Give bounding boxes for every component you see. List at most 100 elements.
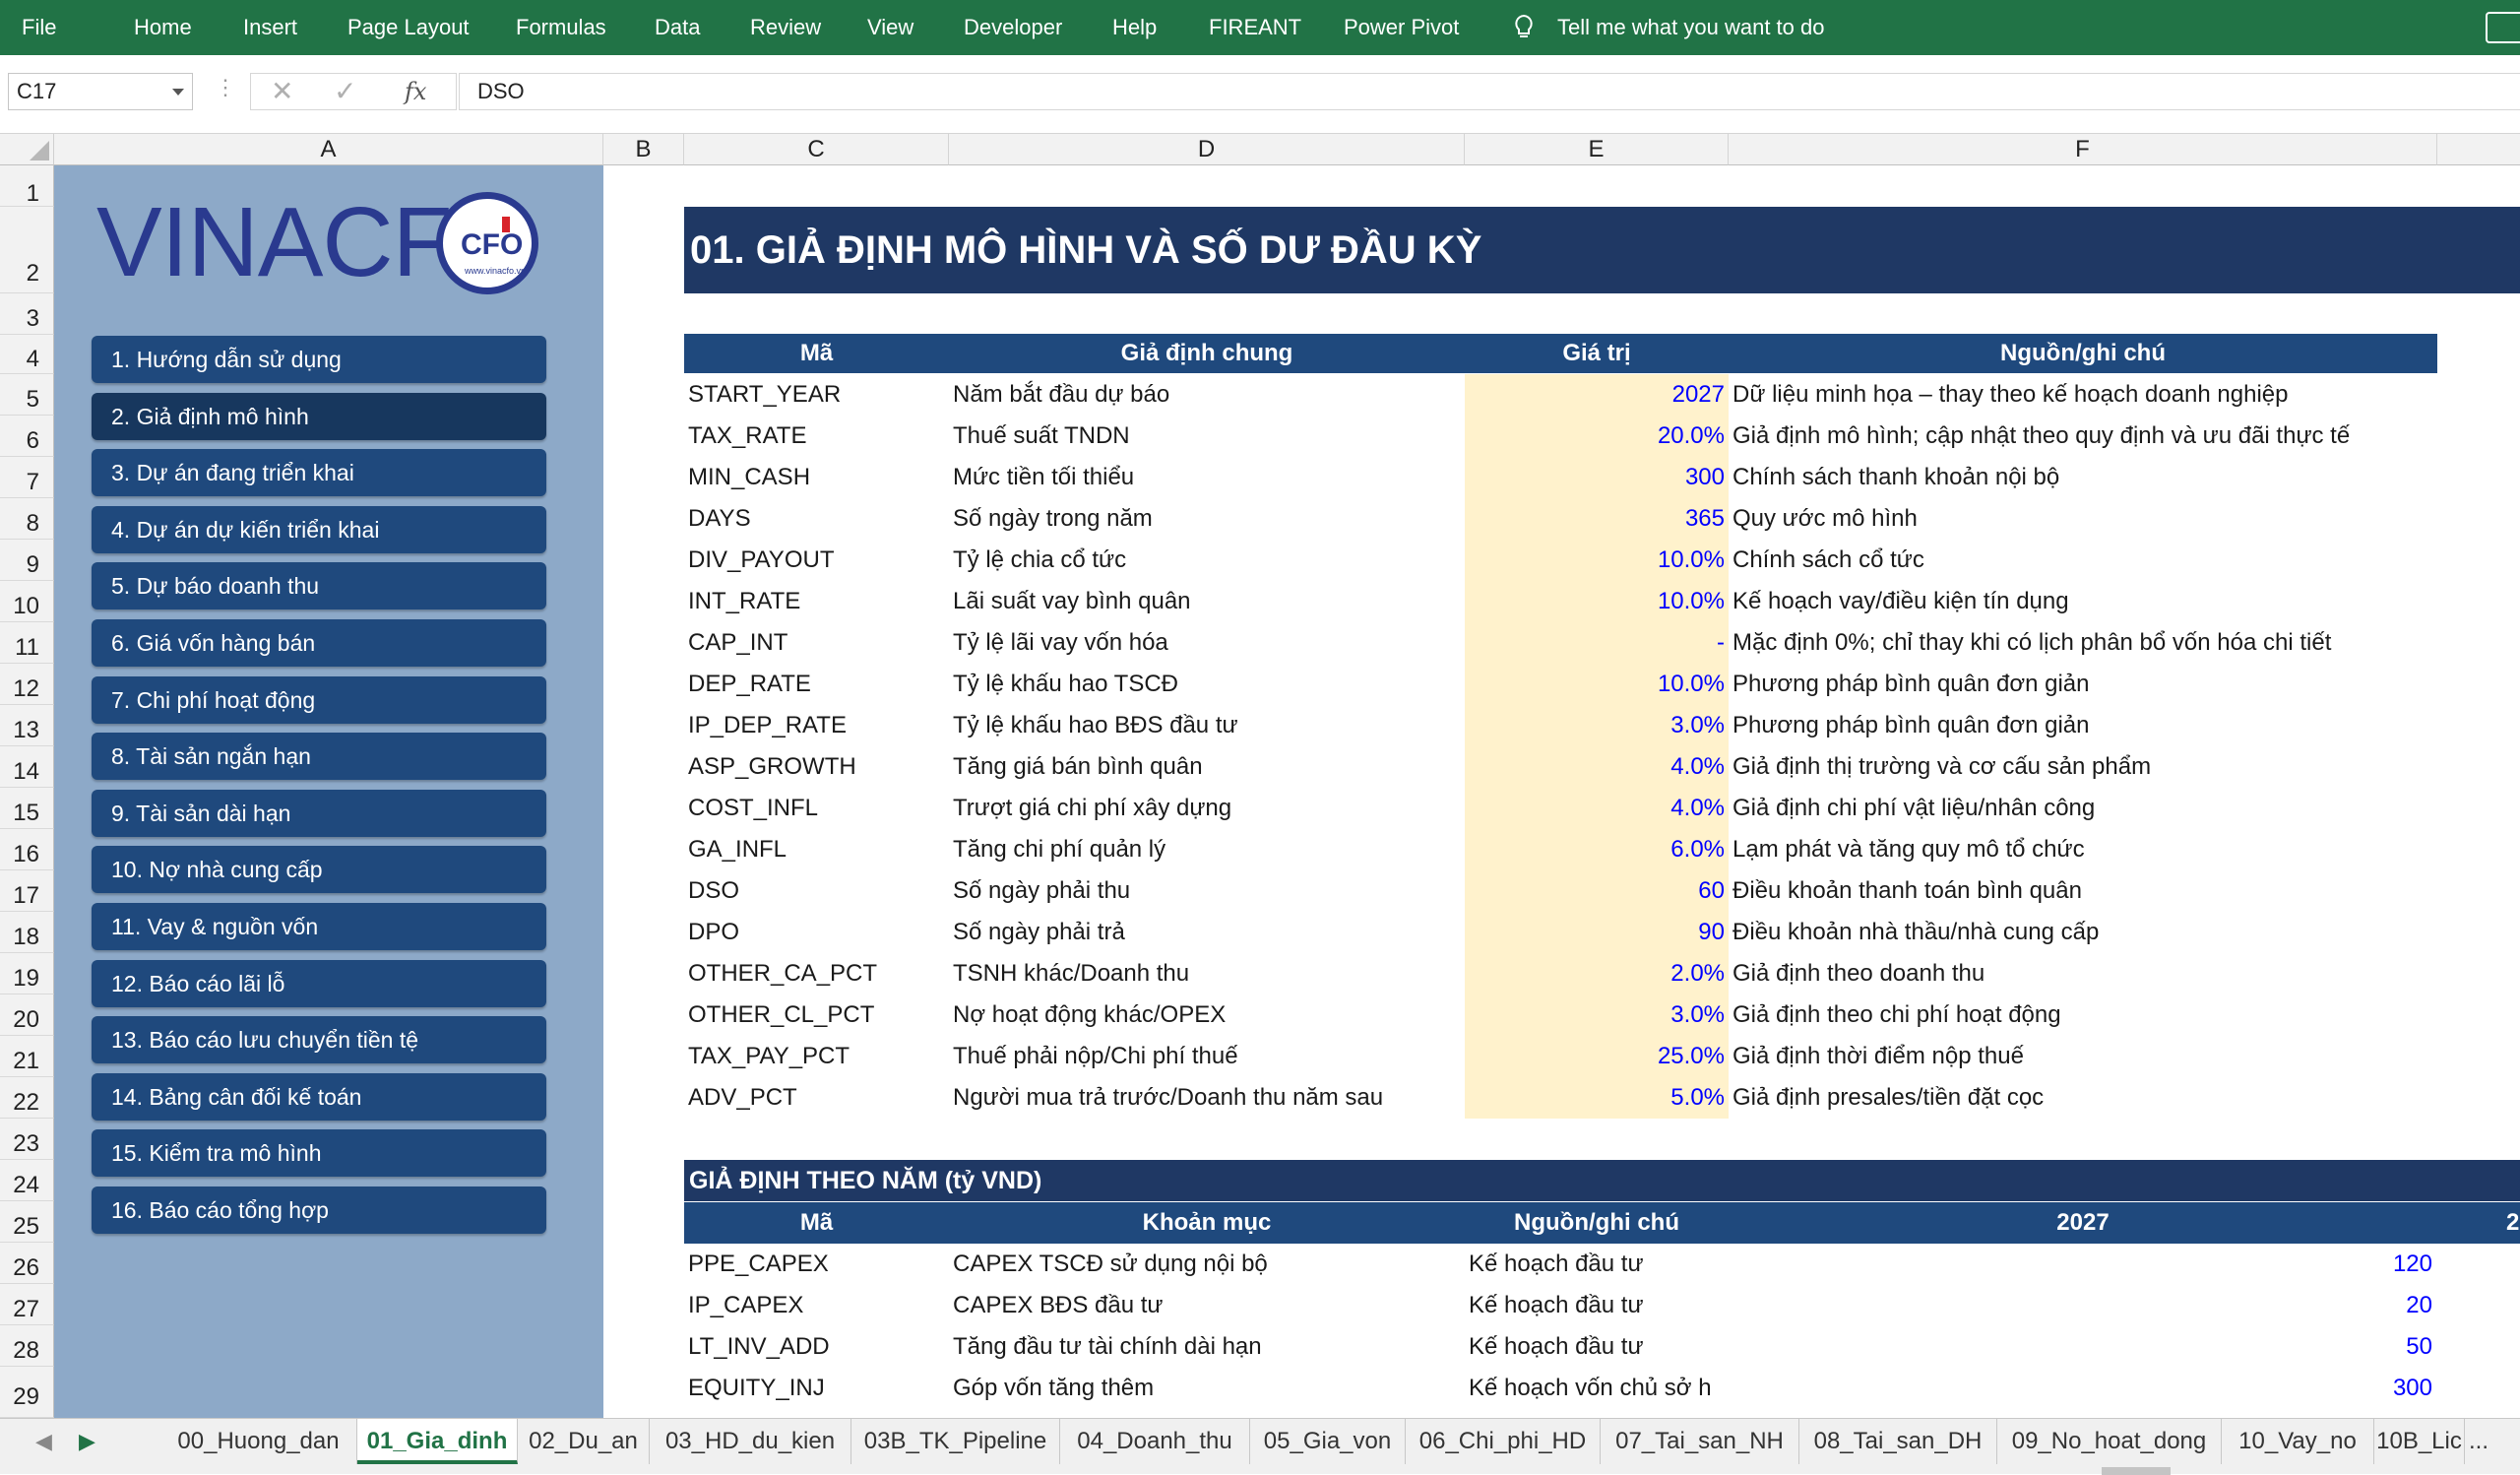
assumption-code-cell[interactable]: DSO [688, 870, 946, 912]
assumption-value-cell[interactable]: 90 [1465, 912, 1725, 953]
assumption-desc-cell[interactable]: Số ngày phải trả [953, 912, 1463, 953]
assumption-code-cell[interactable]: INT_RATE [688, 581, 946, 622]
assumption-note-cell[interactable]: Quy ước mô hình [1732, 498, 2518, 540]
nav-button-gia-von[interactable]: 6. Giá vốn hàng bán [92, 619, 546, 667]
yearly-note-cell[interactable]: Kế hoạch đầu tư [1469, 1285, 1727, 1326]
sheet-tab[interactable]: 04_Doanh_thu [1060, 1419, 1250, 1464]
assumption-code-cell[interactable]: CAP_INT [688, 622, 946, 664]
assumption-note-cell[interactable]: Chính sách thanh khoản nội bộ [1732, 457, 2518, 498]
row-header-5[interactable]: 5 [0, 374, 54, 416]
row-header-27[interactable]: 27 [0, 1284, 54, 1325]
chevron-down-icon[interactable] [172, 89, 184, 96]
scroll-tabs-left-icon[interactable]: ◀ [35, 1429, 52, 1454]
assumption-value-cell[interactable]: 3.0% [1465, 994, 1725, 1036]
yearly-2027-cell[interactable]: 300 [1729, 1368, 2432, 1409]
assumption-code-cell[interactable]: OTHER_CA_PCT [688, 953, 946, 994]
yearly-item-cell[interactable]: CAPEX TSCĐ sử dụng nội bộ [953, 1244, 1463, 1285]
assumption-code-cell[interactable]: OTHER_CL_PCT [688, 994, 946, 1036]
yearly-item-cell[interactable]: CAPEX BĐS đầu tư [953, 1285, 1463, 1326]
sheet-tab[interactable]: 07_Tai_san_NH [1601, 1419, 1799, 1464]
assumption-code-cell[interactable]: COST_INFL [688, 788, 946, 829]
yearly-code-cell[interactable]: EQUITY_INJ [688, 1368, 946, 1409]
column-header-e[interactable]: E [1465, 134, 1729, 165]
nav-button-tai-san-ngan-han[interactable]: 8. Tài sản ngắn hạn [92, 733, 546, 780]
assumption-value-cell[interactable]: 10.0% [1465, 664, 1725, 705]
sheet-tab[interactable]: 10B_Lic [2374, 1419, 2465, 1464]
row-header-2[interactable]: 2 [0, 207, 54, 293]
assumption-value-cell[interactable]: 20.0% [1465, 416, 1725, 457]
insert-function-icon[interactable]: fx [405, 74, 426, 109]
assumption-note-cell[interactable]: Chính sách cổ tức [1732, 540, 2518, 581]
row-header-13[interactable]: 13 [0, 705, 54, 746]
row-header-20[interactable]: 20 [0, 994, 54, 1036]
assumption-note-cell[interactable]: Dữ liệu minh họa – thay theo kế hoạch do… [1732, 374, 2518, 416]
select-all-corner[interactable] [0, 134, 54, 165]
sheet-tab[interactable]: 05_Gia_von [1250, 1419, 1406, 1464]
assumption-note-cell[interactable]: Kế hoạch vay/điều kiện tín dụng [1732, 581, 2518, 622]
row-header-1[interactable]: 1 [0, 165, 54, 207]
assumption-value-cell[interactable]: 4.0% [1465, 746, 1725, 788]
assumption-note-cell[interactable]: Phương pháp bình quân đơn giản [1732, 705, 2518, 746]
nav-button-vay[interactable]: 11. Vay & nguồn vốn [92, 903, 546, 950]
row-header-4[interactable]: 4 [0, 335, 54, 374]
assumption-desc-cell[interactable]: Tỷ lệ khấu hao TSCĐ [953, 664, 1463, 705]
assumption-code-cell[interactable]: GA_INFL [688, 829, 946, 870]
ribbon-tab-file[interactable]: File [22, 0, 56, 55]
assumption-code-cell[interactable]: DAYS [688, 498, 946, 540]
yearly-2027-cell[interactable]: 50 [1729, 1326, 2432, 1368]
assumption-desc-cell[interactable]: Số ngày trong năm [953, 498, 1463, 540]
assumption-note-cell[interactable]: Phương pháp bình quân đơn giản [1732, 664, 2518, 705]
name-box[interactable]: C17 [8, 73, 193, 110]
assumption-desc-cell[interactable]: Thuế suất TNDN [953, 416, 1463, 457]
sheet-tab[interactable]: 02_Du_an [518, 1419, 650, 1464]
row-header-26[interactable]: 26 [0, 1243, 54, 1284]
formula-input[interactable]: DSO [459, 73, 2520, 110]
assumption-code-cell[interactable]: DIV_PAYOUT [688, 540, 946, 581]
yearly-note-cell[interactable]: Kế hoạch đầu tư [1469, 1244, 1727, 1285]
row-header-15[interactable]: 15 [0, 788, 54, 829]
nav-button-doanh-thu[interactable]: 5. Dự báo doanh thu [92, 562, 546, 609]
more-options-icon[interactable]: ⋮ [215, 75, 236, 100]
row-header-22[interactable]: 22 [0, 1077, 54, 1119]
yearly-item-cell[interactable]: Góp vốn tăng thêm [953, 1368, 1463, 1409]
assumption-value-cell[interactable]: 5.0% [1465, 1077, 1725, 1119]
assumption-note-cell[interactable]: Điều khoản nhà thầu/nhà cung cấp [1732, 912, 2518, 953]
row-header-18[interactable]: 18 [0, 912, 54, 953]
assumption-desc-cell[interactable]: Thuế phải nộp/Chi phí thuế [953, 1036, 1463, 1077]
yearly-code-cell[interactable]: PPE_CAPEX [688, 1244, 946, 1285]
ribbon-tab-formulas[interactable]: Formulas [516, 0, 606, 55]
column-header-f[interactable]: F [1729, 134, 2437, 165]
assumption-code-cell[interactable]: ADV_PCT [688, 1077, 946, 1119]
sheet-tab[interactable]: 00_Huong_dan [160, 1419, 357, 1464]
ribbon-tab-developer[interactable]: Developer [964, 0, 1062, 55]
cancel-icon[interactable]: ✕ [271, 76, 293, 107]
enter-icon[interactable]: ✓ [334, 76, 356, 107]
assumption-value-cell[interactable]: 2.0% [1465, 953, 1725, 994]
nav-button-chi-phi[interactable]: 7. Chi phí hoạt động [92, 676, 546, 724]
sheet-tab[interactable]: 06_Chi_phi_HD [1406, 1419, 1601, 1464]
ribbon-tab-data[interactable]: Data [655, 0, 700, 55]
assumption-note-cell[interactable]: Giả định mô hình; cập nhật theo quy định… [1732, 416, 2518, 457]
yearly-code-cell[interactable]: IP_CAPEX [688, 1285, 946, 1326]
assumption-desc-cell[interactable]: Tỷ lệ khấu hao BĐS đầu tư [953, 705, 1463, 746]
assumption-value-cell[interactable]: 3.0% [1465, 705, 1725, 746]
assumption-desc-cell[interactable]: TSNH khác/Doanh thu [953, 953, 1463, 994]
nav-button-du-an[interactable]: 3. Dự án đang triển khai [92, 449, 546, 496]
row-header-23[interactable]: 23 [0, 1119, 54, 1160]
ribbon-tab-fireant[interactable]: FIREANT [1209, 0, 1301, 55]
row-header-9[interactable]: 9 [0, 540, 54, 581]
row-header-29[interactable]: 29 [0, 1367, 54, 1418]
nav-button-no-ncc[interactable]: 10. Nợ nhà cung cấp [92, 846, 546, 893]
nav-button-gia-dinh[interactable]: 2. Giả định mô hình [92, 393, 546, 440]
assumption-note-cell[interactable]: Mặc định 0%; chỉ thay khi có lịch phân b… [1732, 622, 2518, 664]
assumption-value-cell[interactable]: 6.0% [1465, 829, 1725, 870]
ribbon-tab-page-layout[interactable]: Page Layout [347, 0, 470, 55]
ribbon-tab-review[interactable]: Review [750, 0, 821, 55]
assumption-desc-cell[interactable]: Số ngày phải thu [953, 870, 1463, 912]
assumption-note-cell[interactable]: Giả định theo doanh thu [1732, 953, 2518, 994]
assumption-value-cell[interactable]: 10.0% [1465, 540, 1725, 581]
scroll-tabs-right-icon[interactable]: ▶ [79, 1429, 95, 1454]
assumption-value-cell[interactable]: 25.0% [1465, 1036, 1725, 1077]
tell-me-search[interactable]: Tell me what you want to do [1557, 0, 1824, 55]
assumption-code-cell[interactable]: DEP_RATE [688, 664, 946, 705]
